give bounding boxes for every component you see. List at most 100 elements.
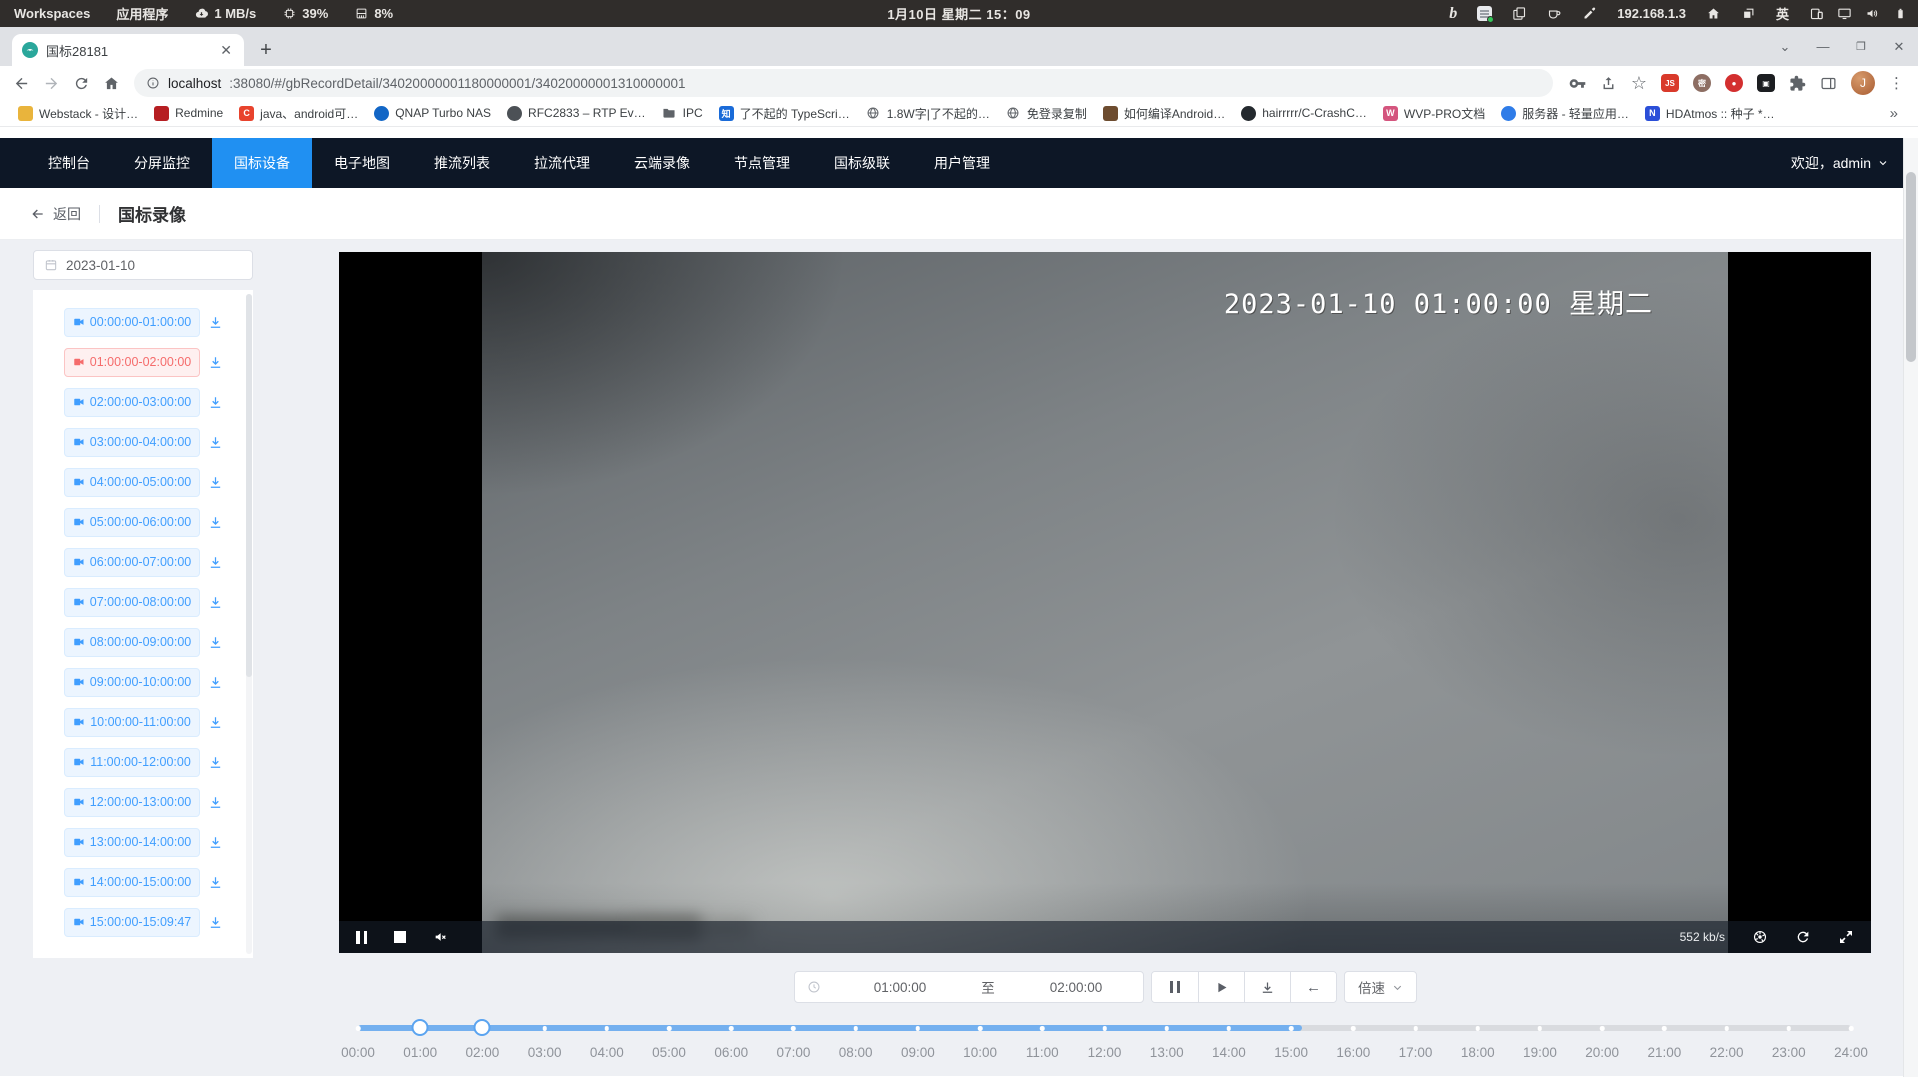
extensions-puzzle-icon[interactable] <box>1789 75 1806 92</box>
extension-blocker-icon[interactable]: ● <box>1725 74 1743 92</box>
end-time-value[interactable]: 02:00:00 <box>1009 980 1143 995</box>
notes-app-tray-icon[interactable] <box>1477 6 1492 21</box>
nav-item-7[interactable]: 节点管理 <box>712 138 812 188</box>
fullscreen-icon[interactable] <box>1838 929 1854 945</box>
pause-button[interactable] <box>1152 972 1198 1002</box>
play-button[interactable] <box>1198 972 1244 1002</box>
back-link[interactable]: 返回 <box>30 204 81 224</box>
sidebar-scrollbar[interactable] <box>246 294 252 954</box>
bookmark-item-9[interactable]: 如何编译Android… <box>1095 103 1233 124</box>
seek-back-button[interactable]: ← <box>1290 972 1336 1002</box>
recording-segment-button[interactable]: 10:00:00-11:00:00 <box>64 708 200 737</box>
nav-item-3[interactable]: 电子地图 <box>312 138 412 188</box>
player-pause-button[interactable] <box>356 931 367 944</box>
page-scrollbar[interactable] <box>1903 138 1918 1077</box>
bookmark-item-8[interactable]: 免登录复制 <box>998 103 1095 124</box>
window-minimize-button[interactable]: — <box>1804 39 1842 54</box>
recording-download-icon[interactable] <box>208 595 223 610</box>
battery-tray-icon[interactable] <box>1893 6 1908 21</box>
reload-button[interactable] <box>68 70 94 96</box>
recording-download-icon[interactable] <box>208 435 223 450</box>
new-tab-button[interactable]: + <box>252 36 280 64</box>
clipboard-tray-icon[interactable] <box>1512 6 1527 21</box>
user-menu[interactable]: 欢迎，admin <box>1791 138 1903 188</box>
player-refresh-icon[interactable] <box>1795 929 1811 945</box>
recording-download-icon[interactable] <box>208 315 223 330</box>
nav-item-8[interactable]: 国标级联 <box>812 138 912 188</box>
bookmark-item-11[interactable]: WWVP-PRO文档 <box>1375 103 1493 124</box>
bookmark-star-icon[interactable]: ☆ <box>1631 74 1647 92</box>
recording-segment-button[interactable]: 14:00:00-15:00:00 <box>64 868 200 897</box>
workspaces-button[interactable]: Workspaces <box>14 6 90 21</box>
nav-item-1[interactable]: 分屏监控 <box>112 138 212 188</box>
devices-tray-icon[interactable] <box>1809 6 1824 21</box>
bookmarks-overflow-icon[interactable]: » <box>1890 105 1908 122</box>
download-button[interactable] <box>1244 972 1290 1002</box>
recording-segment-button[interactable]: 13:00:00-14:00:00 <box>64 828 200 857</box>
recording-download-icon[interactable] <box>208 515 223 530</box>
nav-item-5[interactable]: 拉流代理 <box>512 138 612 188</box>
profile-avatar[interactable]: J <box>1851 71 1875 95</box>
bookmark-item-3[interactable]: QNAP Turbo NAS <box>366 104 499 123</box>
recording-segment-button[interactable]: 02:00:00-03:00:00 <box>64 388 200 417</box>
recording-download-icon[interactable] <box>208 875 223 890</box>
bookmark-item-12[interactable]: 服务器 - 轻量应用… <box>1493 103 1637 124</box>
timeline-handle[interactable] <box>474 1019 491 1036</box>
timeline-slider[interactable]: 00:0001:0002:0003:0004:0005:0006:0007:00… <box>358 1016 1851 1072</box>
bookmark-item-2[interactable]: Cjava、android可… <box>231 103 366 124</box>
bookmark-item-4[interactable]: RFC2833 – RTP Ev… <box>499 104 654 123</box>
recording-segment-button[interactable]: 11:00:00-12:00:00 <box>64 748 200 777</box>
bookmark-item-13[interactable]: NHDAtmos :: 种子 *… <box>1637 103 1783 124</box>
video-player[interactable]: 2023-01-10 01:00:00 星期二 552 kb/s <box>339 252 1871 953</box>
browser-tab-active[interactable]: 国标28181 ✕ <box>12 34 244 66</box>
bookmark-item-10[interactable]: hairrrrr/C-CrashC… <box>1233 104 1375 123</box>
recording-download-icon[interactable] <box>208 355 223 370</box>
timeline-handle[interactable] <box>412 1019 429 1036</box>
date-picker-input[interactable]: 2023-01-10 <box>33 250 253 280</box>
recording-download-icon[interactable] <box>208 475 223 490</box>
back-button[interactable] <box>8 70 34 96</box>
recording-segment-button[interactable]: 07:00:00-08:00:00 <box>64 588 200 617</box>
player-stop-button[interactable] <box>394 931 406 943</box>
player-mute-icon[interactable] <box>433 929 449 945</box>
nav-item-4[interactable]: 推流列表 <box>412 138 512 188</box>
extension-js-icon[interactable]: JS <box>1661 74 1679 92</box>
recording-segment-button[interactable]: 15:00:00-15:09:47 <box>64 908 200 937</box>
tab-search-icon[interactable]: ⌄ <box>1766 39 1804 55</box>
forward-button[interactable] <box>38 70 64 96</box>
nav-item-9[interactable]: 用户管理 <box>912 138 1012 188</box>
recording-segment-button[interactable]: 06:00:00-07:00:00 <box>64 548 200 577</box>
home-tray-icon[interactable] <box>1706 6 1721 21</box>
recording-segment-button[interactable]: 08:00:00-09:00:00 <box>64 628 200 657</box>
address-bar[interactable]: localhost:38080/#/gbRecordDetail/3402000… <box>134 69 1553 97</box>
start-time-value[interactable]: 01:00:00 <box>833 980 967 995</box>
recording-segment-button[interactable]: 04:00:00-05:00:00 <box>64 468 200 497</box>
pipette-tray-icon[interactable] <box>1582 6 1597 21</box>
recording-segment-button[interactable]: 01:00:00-02:00:00 <box>64 348 200 377</box>
clock[interactable]: 1月10日 星期二 15：09 <box>887 4 1030 23</box>
recording-download-icon[interactable] <box>208 715 223 730</box>
volume-tray-icon[interactable] <box>1865 6 1880 21</box>
recording-download-icon[interactable] <box>208 915 223 930</box>
time-range-picker[interactable]: 01:00:00 至 02:00:00 <box>794 971 1144 1003</box>
bookmark-item-7[interactable]: 1.8W字|了不起的… <box>858 103 998 124</box>
password-key-icon[interactable] <box>1569 75 1586 92</box>
recording-download-icon[interactable] <box>208 635 223 650</box>
recording-segment-button[interactable]: 00:00:00-01:00:00 <box>64 308 200 337</box>
recording-segment-button[interactable]: 09:00:00-10:00:00 <box>64 668 200 697</box>
recording-segment-button[interactable]: 12:00:00-13:00:00 <box>64 788 200 817</box>
recording-segment-button[interactable]: 05:00:00-06:00:00 <box>64 508 200 537</box>
playback-speed-dropdown[interactable]: 倍速 <box>1344 971 1417 1003</box>
side-panel-icon[interactable] <box>1820 75 1837 92</box>
nav-item-6[interactable]: 云端录像 <box>612 138 712 188</box>
ip-address[interactable]: 192.168.1.3 <box>1617 6 1686 21</box>
workspaces-tray-icon[interactable] <box>1741 6 1756 21</box>
applications-button[interactable]: 应用程序 <box>116 4 168 23</box>
bookmark-item-5[interactable]: IPC <box>654 104 711 123</box>
nav-item-0[interactable]: 控制台 <box>26 138 112 188</box>
extension-badge-icon[interactable]: 密 <box>1693 74 1711 92</box>
tab-close-icon[interactable]: ✕ <box>218 41 234 59</box>
site-info-icon[interactable] <box>146 76 160 90</box>
recording-download-icon[interactable] <box>208 835 223 850</box>
bookmark-item-1[interactable]: Redmine <box>146 104 231 123</box>
